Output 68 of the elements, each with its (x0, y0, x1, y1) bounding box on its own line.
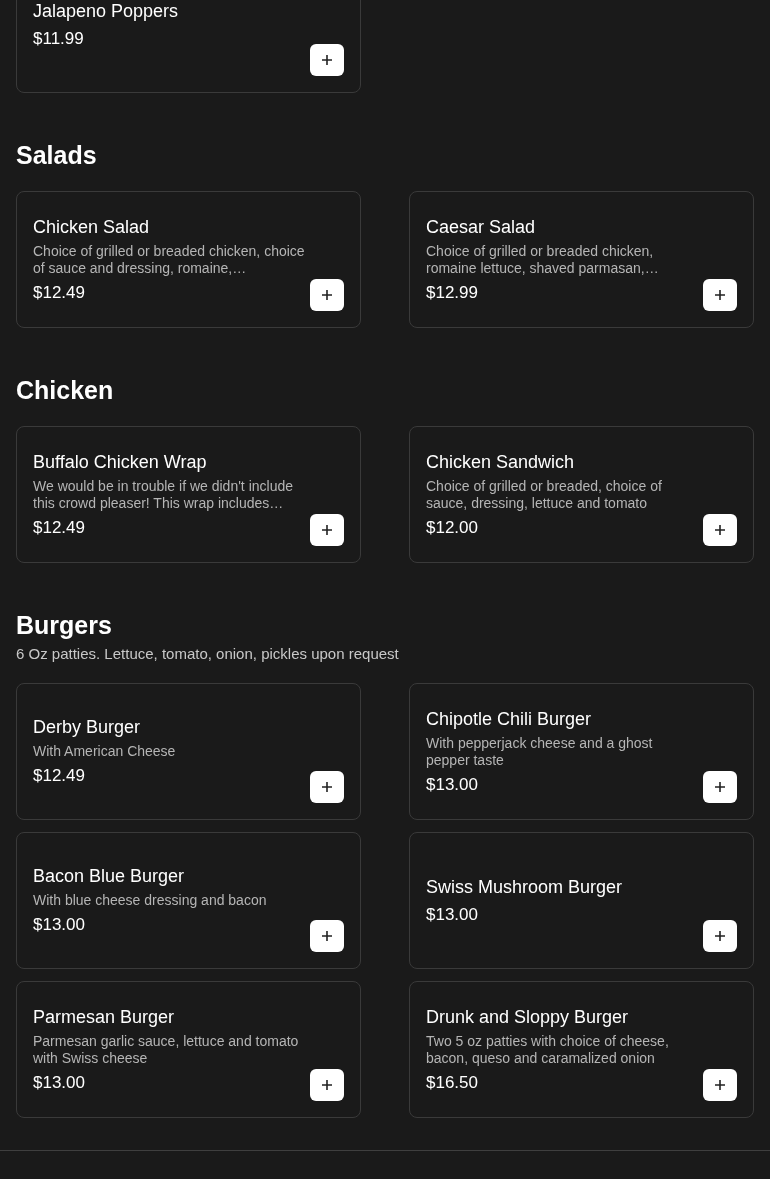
item-name: Jalapeno Poppers (33, 0, 180, 23)
item-description: Parmesan garlic sauce, lettuce and tomato with Swiss cheese (33, 1032, 300, 1067)
section-heading: Chicken (16, 376, 115, 404)
menu-item-card[interactable]: Parmesan Burger Parmesan garlic sauce, lettuce and tomato with Swiss cheese $13.00 (16, 981, 361, 1118)
item-description: We would be in trouble if we didn't include this crowd pleaser! This wrap includes… (33, 477, 294, 512)
item-price: $13.00 (33, 914, 86, 936)
add-button[interactable] (703, 771, 737, 803)
item-description: With American Cheese (33, 743, 177, 760)
add-button[interactable] (310, 920, 344, 952)
item-price: $12.99 (426, 281, 479, 304)
item-name: Chicken Salad (33, 215, 151, 239)
item-price: $11.99 (33, 27, 85, 50)
item-name: Caesar Salad (426, 215, 537, 239)
plus-icon (321, 1079, 333, 1091)
item-description: With blue cheese dressing and bacon (33, 892, 268, 909)
section-heading: Salads (16, 141, 98, 169)
add-button[interactable] (310, 1069, 344, 1101)
item-name: Chicken Sandwich (426, 450, 576, 474)
plus-icon (714, 781, 726, 793)
item-name: Parmesan Burger (33, 1005, 176, 1029)
add-button[interactable] (703, 1069, 737, 1101)
add-button[interactable] (310, 771, 344, 803)
item-name: Drunk and Sloppy Burger (426, 1005, 630, 1029)
menu-item-card[interactable]: Jalapeno Poppers $11.99 (16, 0, 361, 93)
item-name: Chipotle Chili Burger (426, 707, 593, 731)
item-description: Two 5 oz patties with choice of cheese, bacon, queso and caramalized onion (426, 1032, 670, 1067)
item-description: Choice of grilled or breaded chicken, choice of sauce and dressing, romaine,… (33, 242, 306, 277)
plus-icon (714, 524, 726, 536)
add-button[interactable] (703, 514, 737, 546)
menu-item-card[interactable]: Bacon Blue Burger With blue cheese dressing and bacon $13.00 (16, 832, 361, 969)
add-button[interactable] (310, 44, 344, 76)
menu-item-card[interactable]: Buffalo Chicken Wrap We would be in trouble if we didn't include this crowd pleaser! This wrap includes… $12.49 (16, 426, 361, 563)
menu-item-card[interactable]: Chicken Sandwich Choice of grilled or breaded, choice of sauce, dressing, lettuce and tomato $12.00 (409, 426, 754, 563)
plus-icon (714, 1079, 726, 1091)
item-price: $12.49 (33, 281, 86, 304)
item-price: $12.49 (33, 765, 86, 787)
item-price: $12.49 (33, 516, 86, 539)
plus-icon (714, 930, 726, 942)
plus-icon (321, 54, 333, 66)
menu-item-card[interactable]: Swiss Mushroom Burger $13.00 (409, 832, 754, 969)
menu-item-card[interactable]: Chipotle Chili Burger With pepperjack cheese and a ghost pepper taste $13.00 (409, 683, 754, 820)
plus-icon (321, 524, 333, 536)
section-subtitle: 6 Oz patties. Lettuce, tomato, onion, pickles upon request (16, 644, 400, 664)
menu-item-card[interactable]: Chicken Salad Choice of grilled or breaded chicken, choice of sauce and dressing, romaine,… $12.49 (16, 191, 361, 328)
item-description: Choice of grilled or breaded chicken, romaine lettuce, shaved parmasan,… (426, 242, 660, 277)
add-button[interactable] (310, 279, 344, 311)
item-price: $12.00 (426, 516, 479, 539)
menu-item-card[interactable]: Derby Burger With American Cheese $12.49 (16, 683, 361, 820)
plus-icon (321, 289, 333, 301)
menu-item-card[interactable]: Caesar Salad Choice of grilled or breaded chicken, romaine lettuce, shaved parmasan,… $12.99 (409, 191, 754, 328)
item-price: $13.00 (426, 773, 479, 796)
plus-icon (321, 930, 333, 942)
add-button[interactable] (703, 920, 737, 952)
add-button[interactable] (703, 279, 737, 311)
item-description: With pepperjack cheese and a ghost pepper taste (426, 734, 654, 769)
item-name: Derby Burger (33, 716, 142, 739)
item-name: Buffalo Chicken Wrap (33, 450, 208, 474)
plus-icon (321, 781, 333, 793)
item-name: Bacon Blue Burger (33, 865, 186, 888)
item-price: $16.50 (426, 1071, 479, 1094)
add-button[interactable] (310, 514, 344, 546)
item-price: $13.00 (426, 903, 479, 926)
item-description: Choice of grilled or breaded, choice of sauce, dressing, lettuce and tomato (426, 477, 663, 512)
item-price: $13.00 (33, 1071, 86, 1094)
plus-icon (714, 289, 726, 301)
menu-item-card[interactable]: Drunk and Sloppy Burger Two 5 oz patties with choice of cheese, bacon, queso and caramalized onion $16.50 (409, 981, 754, 1118)
item-name: Swiss Mushroom Burger (426, 875, 624, 899)
section-heading: Burgers (16, 611, 113, 639)
